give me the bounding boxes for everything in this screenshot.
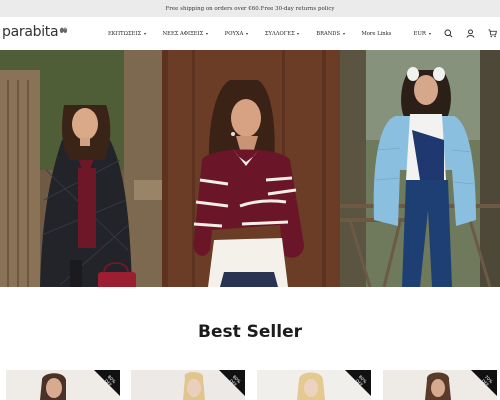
chevron-down-icon [342,32,345,35]
chevron-down-icon [143,32,146,35]
currency-label: EUR [413,30,426,37]
chevron-down-icon [297,32,300,35]
nav-item-label: ΣΥΛΛΟΓΕΣ [264,30,295,37]
discount-badge: 80% OFF [94,370,120,396]
nav-item-clothes[interactable]: ΡΟΥΧΑ [225,31,248,37]
cart-icon [488,29,497,38]
nav-item-sales[interactable]: ΕΚΠΤΩΣΕΙΣ [108,31,146,37]
nav-item-label: ΡΟΥΧΑ [224,30,244,37]
chevron-down-icon [429,32,431,35]
chevron-down-icon [205,32,208,35]
nav-item-label: ΝΕΕΣ ΑΦΙΞΕΙΣ [162,30,204,37]
cart-button[interactable] [487,28,498,39]
search-icon [444,29,453,38]
chevron-down-icon [245,32,248,35]
header-tools: EUR [413,17,500,50]
nav-item-collections[interactable]: ΣΥΛΛΟΓΕΣ [264,30,300,37]
currency-selector[interactable]: EUR [413,31,431,37]
best-seller-title: Best Seller [198,322,302,342]
logo[interactable]: parabita [2,24,68,40]
product-card[interactable]: 80% OFF [257,370,371,400]
hero-banner[interactable] [0,50,500,287]
search-button[interactable] [443,28,454,39]
hero-panel-quilted-coat[interactable] [0,50,162,287]
site-header: parabita ΕΚΠΤΩΣΕΙΣ ΝΕΕΣ ΑΦΙΞΕΙΣ ΡΟΥΧΑ ΣΥ… [0,17,500,50]
butterfly-logo-icon [60,27,68,34]
nav-item-brands[interactable]: BRANDS [316,30,345,37]
product-card[interactable]: 80% OFF [131,370,245,400]
account-icon [466,29,475,38]
hero-panel-striped-sweater[interactable] [162,50,340,287]
product-card[interactable]: 70% OFF [383,370,497,400]
best-seller-products: 80% OFF 80% OFF 80% OFF 70% OFF [0,370,500,400]
nav-item-label: ΕΚΠΤΩΣΕΙΣ [108,30,142,37]
nav-item-label: More Links [361,30,392,37]
product-card[interactable]: 80% OFF [6,370,120,400]
announcement-text: Free shipping on orders over €60.Free 30… [165,5,335,12]
logo-text: parabita [2,24,59,40]
discount-badge: 80% OFF [345,370,371,396]
nav-item-new-arrivals[interactable]: ΝΕΕΣ ΑΦΙΞΕΙΣ [163,31,208,37]
main-nav: ΕΚΠΤΩΣΕΙΣ ΝΕΕΣ ΑΦΙΞΕΙΣ ΡΟΥΧΑ ΣΥΛΛΟΓΕΣ BR… [108,17,408,50]
account-button[interactable] [465,28,476,39]
announcement-bar: Free shipping on orders over €60.Free 30… [0,0,500,17]
discount-badge: 70% OFF [471,370,497,396]
hero-image-quilted-coat [0,50,162,287]
hero-panel-blue-jacket[interactable] [340,50,500,287]
nav-item-label: BRANDS [316,30,340,37]
hero-image-blue-jacket [340,50,500,287]
discount-badge: 80% OFF [219,370,245,396]
nav-item-more-links[interactable]: More Links [362,31,392,37]
hero-image-striped-sweater [162,50,340,287]
